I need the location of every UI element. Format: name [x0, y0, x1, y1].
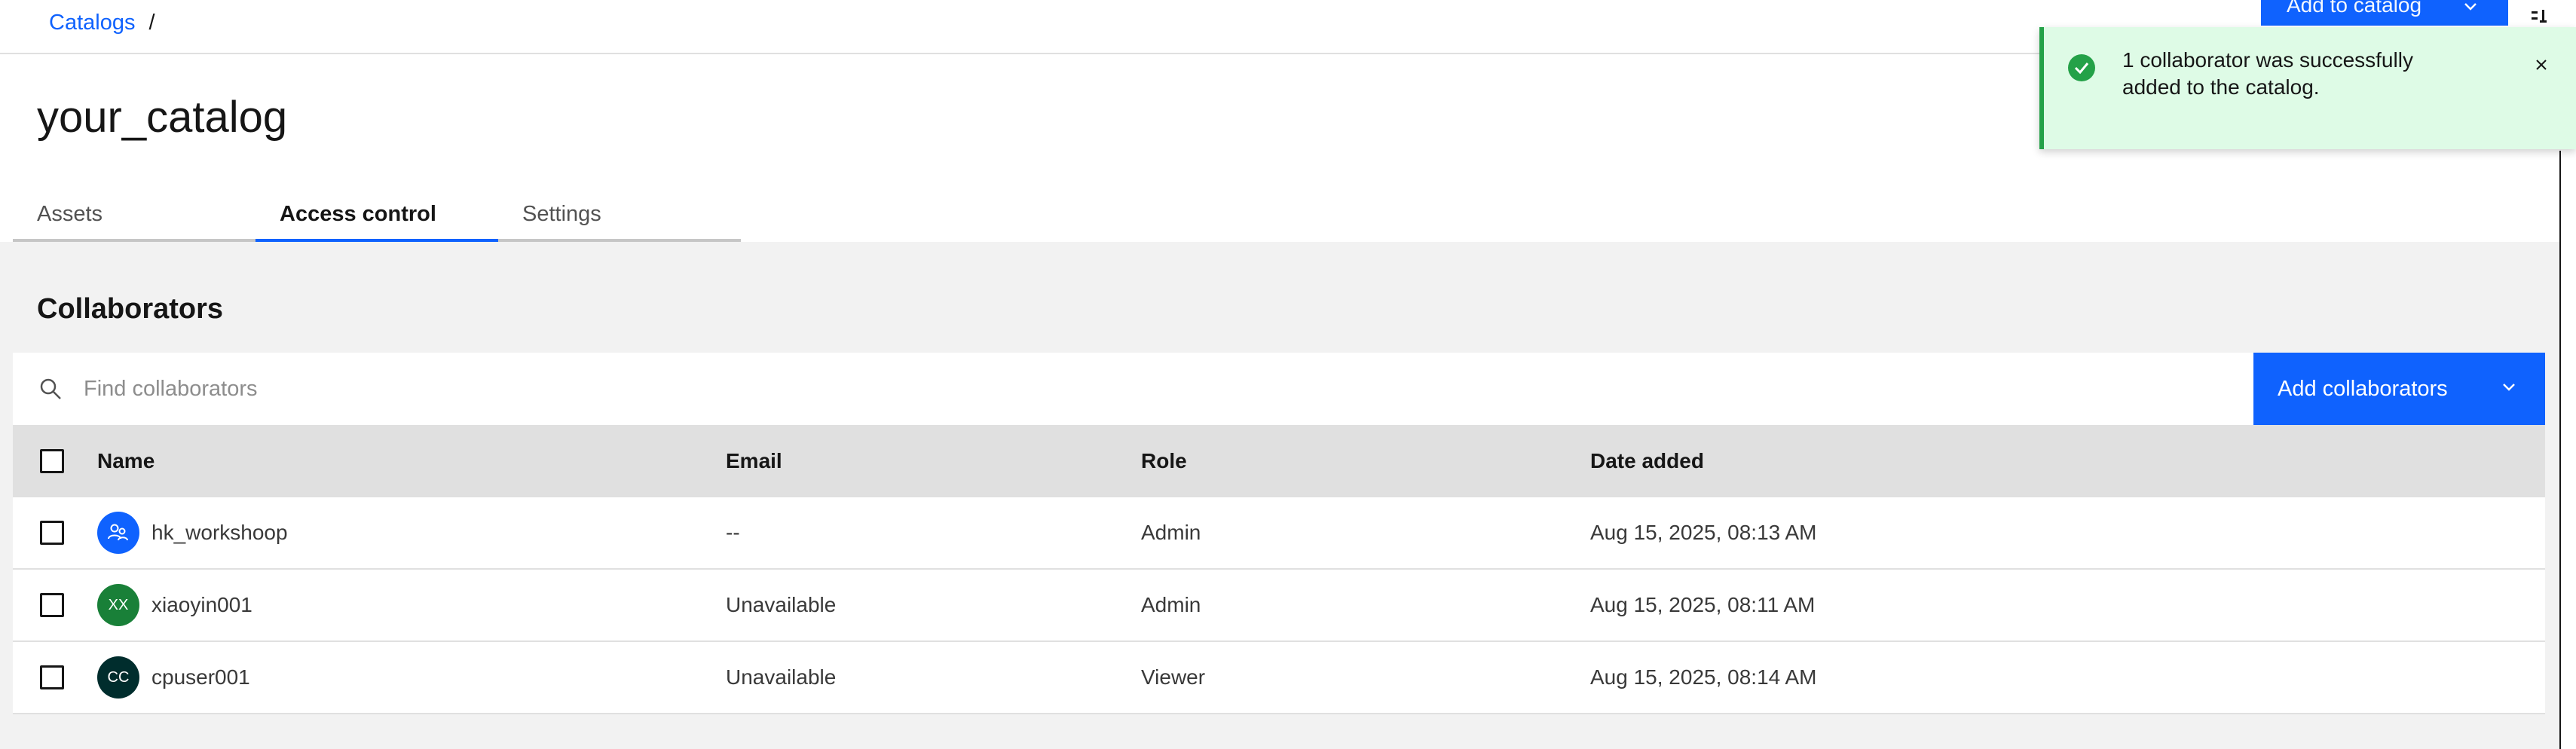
collaborator-email: Unavailable	[726, 593, 837, 616]
row-checkbox[interactable]	[40, 521, 64, 545]
table-row: CC cpuser001 Unavailable Viewer Aug 15, …	[13, 642, 2545, 714]
breadcrumb-separator: /	[148, 11, 155, 35]
breadcrumb-catalogs-link[interactable]: Catalogs	[49, 11, 135, 35]
collaborators-heading: Collaborators	[37, 293, 224, 325]
tab-assets[interactable]: Assets	[13, 189, 255, 242]
select-all-checkbox[interactable]	[40, 449, 64, 473]
toast-message-line1: 1 collaborator was successfully	[2122, 48, 2413, 72]
row-checkbox[interactable]	[40, 593, 64, 617]
chevron-down-icon	[2461, 0, 2480, 20]
collaborator-name: xiaoyin001	[151, 593, 252, 616]
collaborator-date-added: Aug 15, 2025, 08:14 AM	[1590, 665, 1817, 689]
table-row: hk_workshoop -- Admin Aug 15, 2025, 08:1…	[13, 497, 2545, 570]
search-icon	[37, 375, 64, 402]
tab-settings[interactable]: Settings	[498, 189, 741, 242]
collaborator-email: Unavailable	[726, 665, 837, 689]
success-toast: 1 collaborator was successfully added to…	[2039, 27, 2576, 149]
collaborator-date-added: Aug 15, 2025, 08:11 AM	[1590, 593, 1816, 616]
collaborator-name: cpuser001	[151, 665, 250, 689]
chevron-down-icon	[2497, 375, 2521, 399]
access-control-panel: Collaborators Add collaborators Name Ema…	[0, 242, 2576, 749]
collaborator-role: Admin	[1141, 593, 1201, 616]
avatar: CC	[97, 656, 139, 699]
scrollbar[interactable]	[2559, 151, 2576, 749]
column-header-role[interactable]: Role	[1141, 449, 1590, 473]
collaborator-date-added: Aug 15, 2025, 08:13 AM	[1590, 521, 1817, 544]
page-title: your_catalog	[37, 93, 288, 142]
toast-message-line2: added to the catalog.	[2122, 75, 2320, 99]
column-header-email[interactable]: Email	[726, 449, 1141, 473]
collaborators-toolbar: Add collaborators	[13, 353, 2545, 425]
column-header-name[interactable]: Name	[97, 449, 726, 473]
collaborators-table: Name Email Role Date added hk_workshoop …	[13, 425, 2545, 714]
find-collaborators-input[interactable]	[84, 353, 2247, 425]
table-header: Name Email Role Date added	[13, 425, 2545, 497]
collaborator-role: Viewer	[1141, 665, 1206, 689]
row-checkbox[interactable]	[40, 665, 64, 689]
collaborator-email: --	[726, 521, 740, 544]
close-icon[interactable]	[2526, 50, 2556, 80]
add-to-catalog-label: Add to catalog	[2287, 0, 2422, 17]
group-icon	[97, 512, 139, 554]
breadcrumb: Catalogs /	[49, 11, 155, 35]
avatar: XX	[97, 584, 139, 626]
add-collaborators-button[interactable]: Add collaborators	[2253, 353, 2545, 425]
checkmark-filled-icon	[2067, 53, 2097, 83]
collaborator-name: hk_workshoop	[151, 521, 288, 544]
tab-list: Assets Access control Settings	[13, 189, 741, 242]
toast-message: 1 collaborator was successfully added to…	[2122, 47, 2469, 101]
add-to-catalog-button[interactable]: Add to catalog	[2261, 0, 2508, 26]
add-collaborators-label: Add collaborators	[2278, 376, 2448, 401]
table-row: XX xiaoyin001 Unavailable Admin Aug 15, …	[13, 570, 2545, 642]
tab-access-control[interactable]: Access control	[255, 189, 498, 242]
collaborator-role: Admin	[1141, 521, 1201, 544]
column-header-date-added[interactable]: Date added	[1590, 449, 2545, 473]
